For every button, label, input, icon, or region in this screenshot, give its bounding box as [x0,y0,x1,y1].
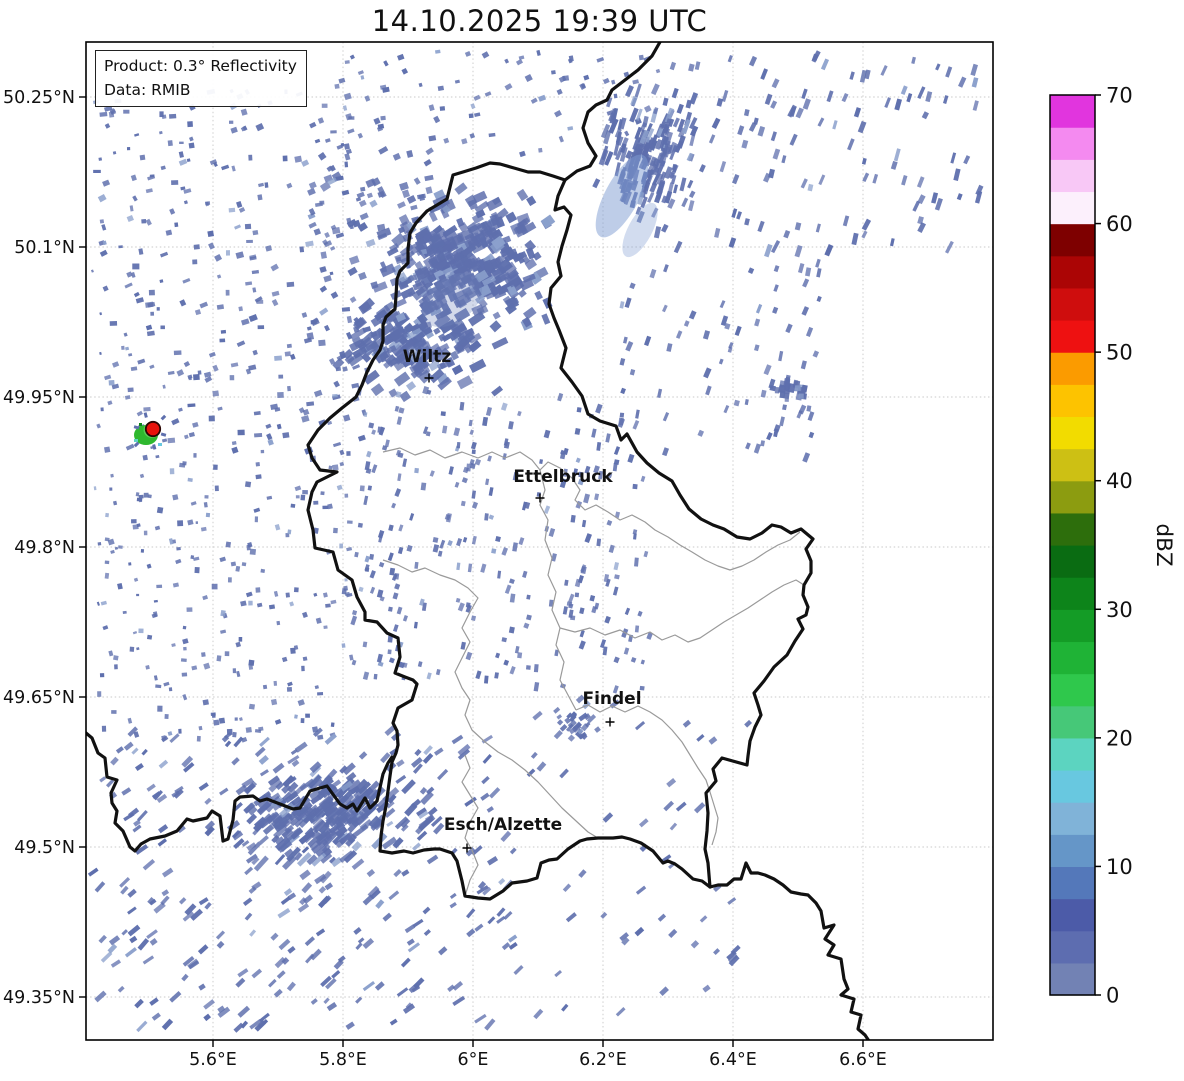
colorbar-segment [1050,609,1095,643]
colorbar-unit-label: dBZ [1151,523,1176,566]
radar-map-screenshot: 14.10.2025 19:39 UTC Product: 0.3° Refle… [0,0,1184,1081]
grid-layer [86,42,993,1040]
city-label: Esch/Alzette [444,815,562,835]
lon-tick-label: 5.6°E [189,1050,237,1070]
colorbar-segment [1050,770,1095,803]
city-marker-icon [605,717,615,727]
lat-tick-label: 49.95°N [3,388,75,408]
lon-tick-label: 6.2°E [579,1050,627,1070]
lat-tick-label: 49.65°N [3,688,75,708]
colorbar-segment [1050,223,1095,257]
colorbar-segment [1050,866,1095,900]
longitude-axis: 5.6°E 5.8°E 6°E 6.2°E 6.4°E 6.6°E [189,1040,887,1070]
map-canvas: Wiltz Ettelbruck Findel Esch/Alzette 50.25°N… [3,41,1176,1070]
colorbar-segment [1050,480,1095,514]
colorbar-tick-label: 10 [1106,855,1133,879]
colorbar-segment [1050,320,1095,353]
colorbar-segment [1050,930,1095,964]
colorbar-segment [1050,673,1095,707]
plot-frame [85,41,994,1041]
lat-tick-label: 50.1°N [14,238,75,258]
lat-tick-label: 50.25°N [3,88,75,108]
colorbar-tick-label: 0 [1106,984,1119,1008]
colorbar-segment [1050,255,1095,289]
latitude-axis: 50.25°N 50.1°N 49.95°N 49.8°N 49.65°N 49.5°N 4… [3,88,86,1008]
colorbar-tick-label: 20 [1106,726,1133,750]
city-label: Wiltz [403,347,452,367]
map-title: 14.10.2025 19:39 UTC [371,4,708,38]
lat-tick-label: 49.8°N [14,538,75,558]
colorbar-segment [1050,802,1095,835]
colorbar-segment [1050,287,1095,321]
data-source-line: Data: RMIB [104,81,191,100]
colorbar-segment [1050,95,1095,128]
radar-echo-layer [87,49,984,1033]
colorbar-tick-label: 70 [1106,84,1133,108]
lon-tick-label: 6.6°E [839,1050,887,1070]
colorbar-segment [1050,127,1095,160]
colorbar-segment [1050,191,1095,225]
lon-tick-label: 6°E [458,1050,489,1070]
lat-tick-label: 49.35°N [3,988,75,1008]
colorbar-segment [1050,159,1095,193]
lat-tick-label: 49.5°N [14,838,75,858]
colorbar-segment [1050,512,1095,546]
colorbar-tick-label: 30 [1106,598,1133,622]
colorbar-segment [1050,416,1095,450]
colorbar-segment [1050,962,1095,996]
colorbar-segment [1050,705,1095,739]
colorbar-segment [1050,641,1095,675]
colorbar-segment [1050,545,1095,578]
product-info-box: Product: 0.3° Reflectivity Data: RMIB [95,50,307,108]
colorbar-segment [1050,834,1095,868]
colorbar-segment [1050,737,1095,771]
colorbar: 0 10 20 30 40 50 60 70 dBZ [1049,84,1176,1008]
colorbar-segment [1050,448,1095,482]
colorbar-segment [1050,898,1095,932]
city-label: Ettelbruck [513,467,613,487]
colorbar-segment [1050,352,1095,385]
product-line: Product: 0.3° Reflectivity [104,57,297,75]
colorbar-tick-label: 50 [1106,341,1133,365]
colorbar-segment [1050,384,1095,418]
radar-site-marker [133,412,167,450]
colorbar-tick-label: 60 [1106,212,1133,236]
lon-tick-label: 6.4°E [709,1050,757,1070]
city-label: Findel [582,689,641,709]
lon-tick-label: 5.8°E [319,1050,367,1070]
colorbar-segment [1050,577,1095,610]
colorbar-tick-label: 40 [1106,469,1133,493]
